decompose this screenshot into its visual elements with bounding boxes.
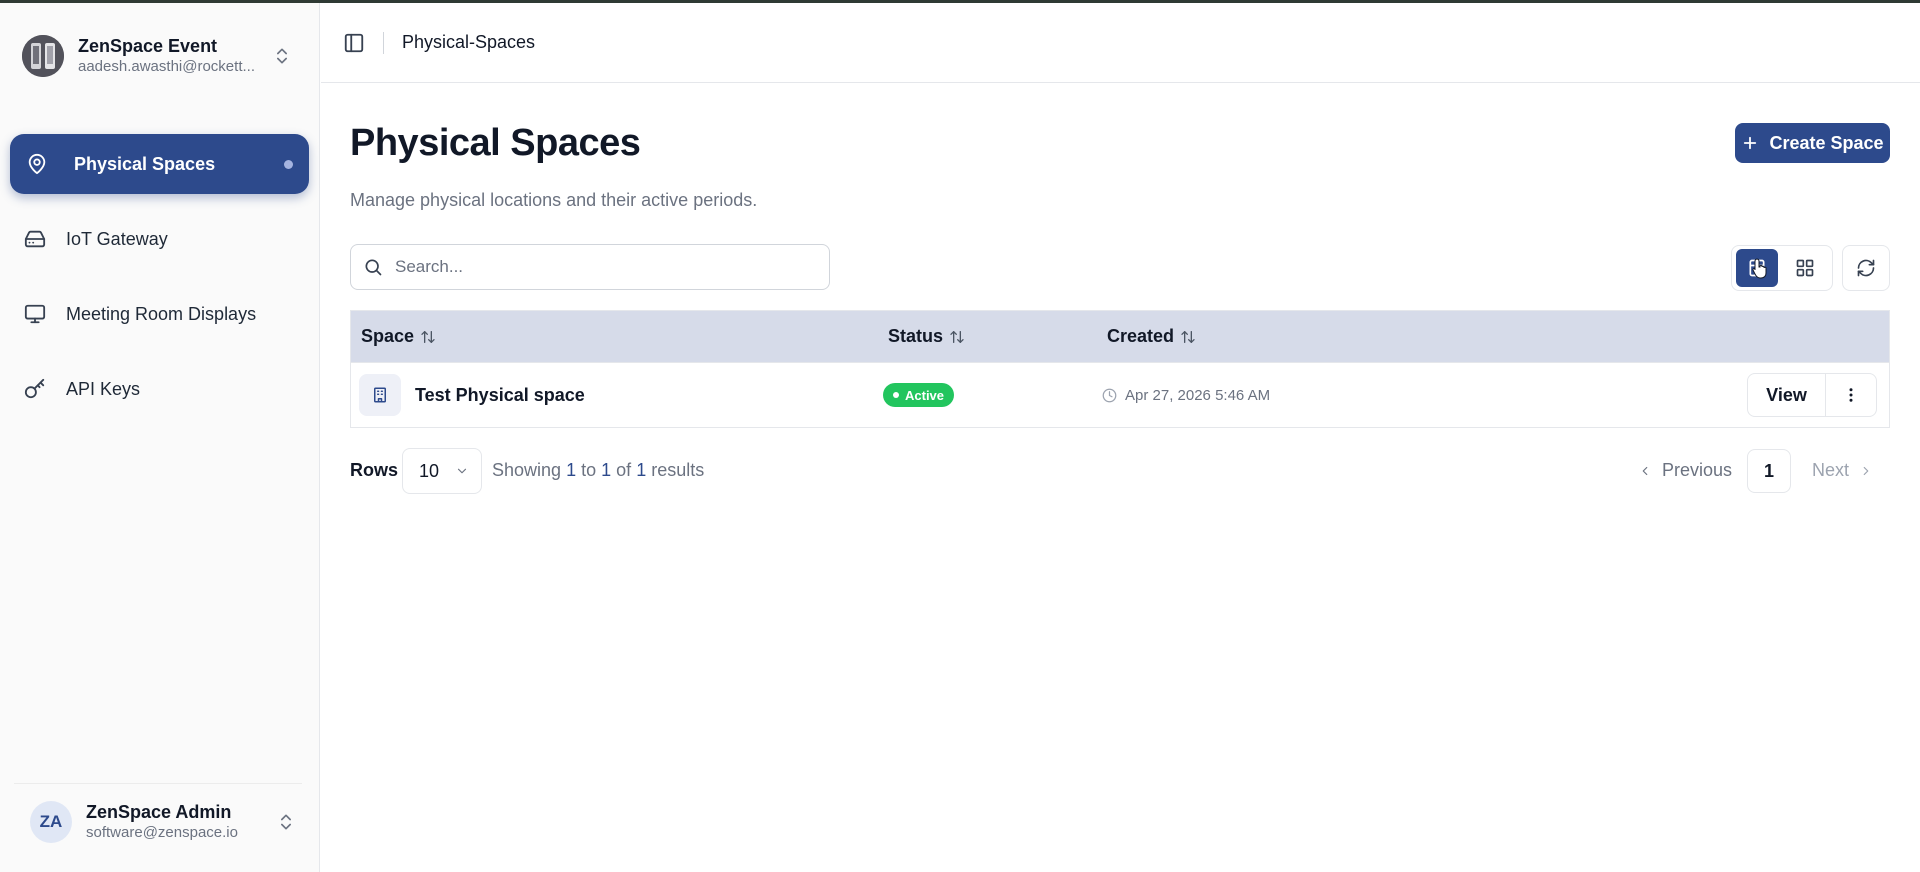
column-label: Created xyxy=(1107,326,1175,346)
user-name: ZenSpace Admin xyxy=(86,801,232,822)
more-options-button[interactable] xyxy=(1826,374,1876,416)
create-space-button[interactable]: Create Space xyxy=(1735,123,1890,163)
org-logo xyxy=(22,35,64,77)
page-subtitle: Manage physical locations and their acti… xyxy=(350,190,758,210)
chevron-down-icon xyxy=(457,468,467,474)
sort-icon xyxy=(421,330,435,343)
user-menu[interactable]: ZA ZenSpace Admin software@zenspace.io xyxy=(14,783,302,859)
create-space-label: Create Space xyxy=(1769,132,1884,153)
showing-of-word: of xyxy=(616,460,632,480)
status-label: Active xyxy=(905,387,945,403)
spaces-table: Space Status Created Test Physical space… xyxy=(350,310,1890,428)
view-button[interactable]: View xyxy=(1748,374,1826,416)
column-header-created[interactable]: Created xyxy=(1107,326,1196,347)
sidebar-item-label: IoT Gateway xyxy=(66,228,168,249)
refresh-icon xyxy=(1857,259,1875,277)
sidebar-item-iot-gateway[interactable]: IoT Gateway xyxy=(10,209,309,269)
avatar: ZA xyxy=(30,800,72,843)
clock-icon xyxy=(1102,388,1117,402)
user-email: software@zenspace.io xyxy=(86,823,238,841)
sidebar-nav: Physical Spaces IoT Gateway Meeting Room… xyxy=(10,134,309,434)
page-title: Physical Spaces xyxy=(350,122,641,164)
chevrons-up-down-icon xyxy=(281,814,291,829)
page-number-button[interactable]: 1 xyxy=(1747,449,1791,493)
grid-icon xyxy=(1796,259,1814,277)
sidebar-item-api-keys[interactable]: API Keys xyxy=(10,359,309,419)
top-header: Physical-Spaces xyxy=(321,3,1920,83)
table-row[interactable]: Test Physical space Active Apr 27, 2026 … xyxy=(351,362,1889,427)
space-name: Test Physical space xyxy=(415,384,585,405)
rows-per-page-select[interactable]: 10 xyxy=(402,448,482,494)
sidebar: ZenSpace Event aadesh.awasthi@rockett...… xyxy=(0,3,320,872)
sidebar-toggle-icon[interactable] xyxy=(343,32,365,54)
showing-prefix: Showing xyxy=(492,460,562,480)
sidebar-item-physical-spaces[interactable]: Physical Spaces xyxy=(10,134,309,194)
view-toggle-group xyxy=(1731,245,1833,291)
map-pin-icon xyxy=(28,153,46,175)
search-icon xyxy=(365,259,382,276)
breadcrumb: Physical-Spaces xyxy=(402,32,536,52)
header-divider xyxy=(383,31,384,54)
column-header-status[interactable]: Status xyxy=(888,326,1107,347)
showing-total: 1 xyxy=(636,460,647,480)
org-name: ZenSpace Event xyxy=(78,36,218,56)
sidebar-item-meeting-room-displays[interactable]: Meeting Room Displays xyxy=(10,284,309,344)
showing-from: 1 xyxy=(566,460,577,480)
search-input[interactable] xyxy=(395,257,815,277)
next-label: Next xyxy=(1812,460,1850,480)
column-label: Status xyxy=(888,326,944,346)
sidebar-item-label: API Keys xyxy=(66,378,141,399)
sort-icon xyxy=(950,330,964,343)
previous-label: Previous xyxy=(1662,460,1733,480)
refresh-button[interactable] xyxy=(1842,245,1890,291)
status-dot xyxy=(893,392,899,398)
showing-to: 1 xyxy=(601,460,612,480)
chevrons-up-down-icon xyxy=(277,48,287,64)
created-date: Apr 27, 2026 5:46 AM xyxy=(1125,386,1271,404)
sort-icon xyxy=(1181,330,1195,343)
key-icon xyxy=(24,378,45,399)
status-cell: Active xyxy=(883,383,1102,407)
status-badge: Active xyxy=(883,383,955,407)
building-icon xyxy=(359,374,401,416)
previous-page-button[interactable]: Previous xyxy=(1638,460,1732,481)
column-header-space[interactable]: Space xyxy=(361,326,888,347)
sidebar-item-label: Meeting Room Displays xyxy=(66,303,257,324)
org-switcher[interactable]: ZenSpace Event aadesh.awasthi@rockett... xyxy=(22,33,298,79)
sidebar-item-label: Physical Spaces xyxy=(74,153,216,174)
next-page-button[interactable]: Next xyxy=(1812,460,1873,481)
showing-to-word: to xyxy=(581,460,597,480)
hard-drive-icon xyxy=(24,230,46,248)
rows-label: Rows xyxy=(350,460,399,480)
results-summary: Showing 1 to 1 of 1 results xyxy=(492,460,704,481)
chevron-left-icon xyxy=(1642,466,1648,475)
active-indicator-dot xyxy=(284,159,293,169)
table-header: Space Status Created xyxy=(351,311,1889,362)
chevron-right-icon xyxy=(1863,466,1869,475)
plus-icon xyxy=(1744,136,1757,150)
showing-results-word: results xyxy=(651,460,705,480)
search-box xyxy=(350,244,830,290)
row-actions: View xyxy=(1747,373,1877,417)
org-email: aadesh.awasthi@rockett... xyxy=(78,58,255,75)
monitor-icon xyxy=(24,304,46,324)
mouse-cursor-icon xyxy=(1752,258,1767,279)
rows-per-page-value: 10 xyxy=(419,460,440,481)
column-label: Space xyxy=(361,326,415,346)
created-cell: Apr 27, 2026 5:46 AM xyxy=(1102,387,1270,404)
grid-view-button[interactable] xyxy=(1784,249,1826,287)
more-vertical-icon xyxy=(1849,388,1853,402)
